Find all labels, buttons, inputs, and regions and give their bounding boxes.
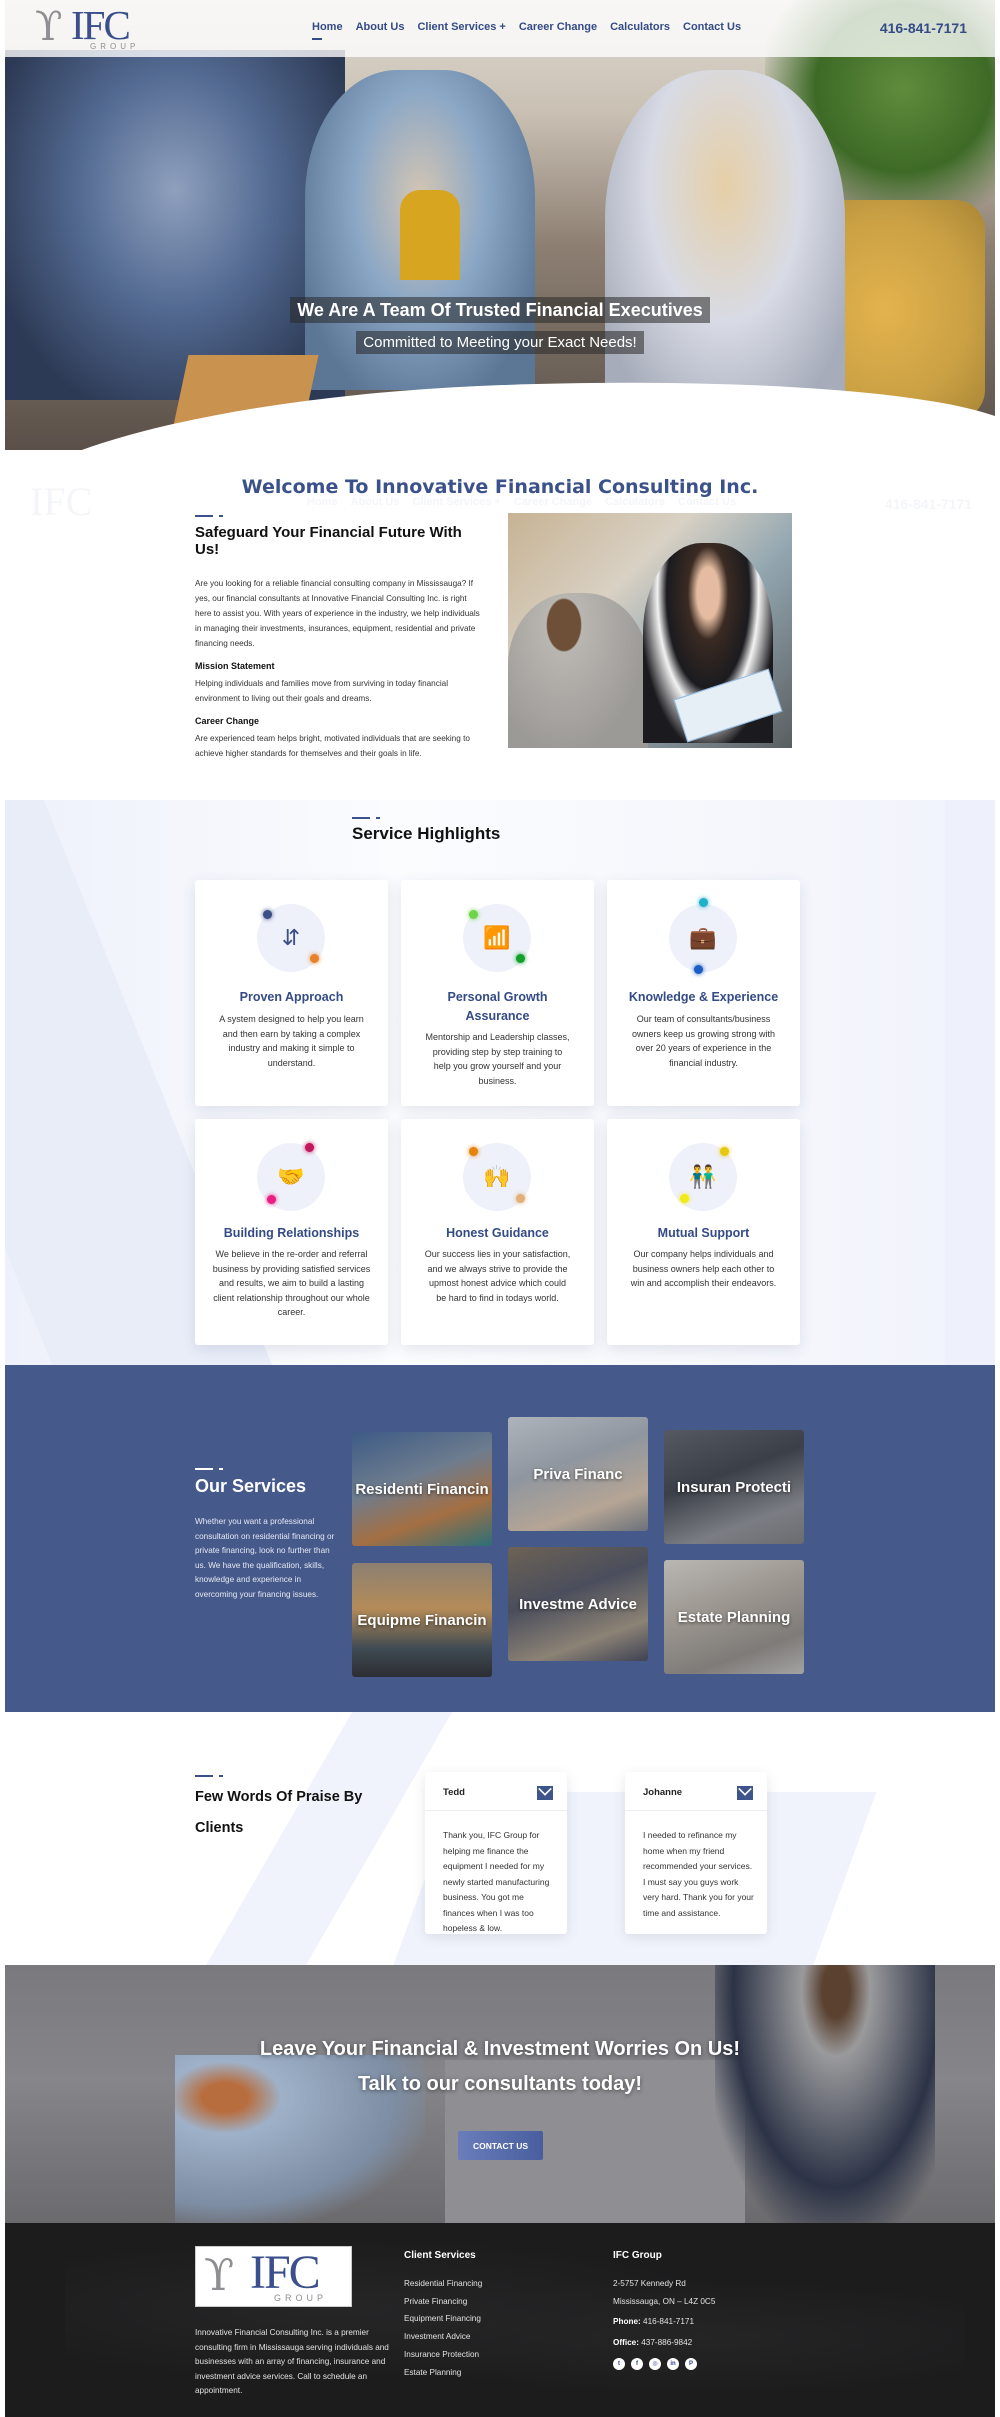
address-line-2: Mississauga, ON – L4Z 0C5 [613, 2296, 716, 2306]
dot-bottom [516, 954, 525, 963]
nav-about-us[interactable]: About Us [356, 21, 405, 33]
service-tile-private[interactable]: Priva Financ [508, 1417, 648, 1531]
service-tile-equipment[interactable]: Equipme Financin [352, 1563, 492, 1677]
mission-text: Helping individuals and families move fr… [195, 679, 449, 703]
logo-swoosh-icon: ϒ [204, 2250, 235, 2301]
instagram-icon[interactable]: ◎ [649, 2357, 661, 2370]
hero-banner [5, 0, 995, 450]
dot-bottom [310, 954, 319, 963]
highlight-card: ⇵ Proven Approach A system designed to h… [195, 880, 388, 1106]
highlight-card: 👬 Mutual Support Our company helps indiv… [607, 1119, 800, 1345]
footer-link-residential[interactable]: Residential Financing [404, 2275, 482, 2293]
consultation-photo [508, 513, 792, 748]
heading-decoration [195, 1775, 225, 1778]
dot-bottom [267, 1195, 276, 1204]
testimonial-author: Johanne [643, 1787, 683, 1798]
envelope-icon[interactable] [737, 1786, 753, 1800]
dot-top [263, 910, 272, 919]
nav-calculators[interactable]: Calculators [610, 21, 670, 33]
dot-top [720, 1147, 729, 1156]
envelope-icon[interactable] [537, 1786, 553, 1800]
footer-office[interactable]: Office: 437-886-9842 [613, 2334, 715, 2352]
testimonial-text: Thank you, IFC Group for helping me fina… [443, 1830, 550, 1933]
site-logo[interactable]: ϒ IFC GROUP [35, 2, 150, 52]
highlight-card: 🙌 Honest Guidance Our success lies in yo… [401, 1119, 594, 1345]
facebook-icon[interactable]: f [631, 2357, 643, 2370]
heading-decoration [195, 515, 225, 518]
logo-swoosh-icon: ϒ [35, 4, 63, 50]
heading-decoration [195, 1468, 225, 1471]
nav-client-services[interactable]: Client Services + [417, 21, 505, 33]
welcome-title: Welcome To Innovative Financial Consulti… [241, 476, 759, 498]
footer-link-equipment[interactable]: Equipment Financing [404, 2310, 482, 2328]
about-intro: Are you looking for a reliable financial… [195, 579, 480, 648]
about-heading: Safeguard Your Financial Future With Us! [195, 524, 462, 558]
nav-contact-us[interactable]: Contact Us [683, 21, 741, 33]
service-tile-residential[interactable]: Residenti Financin [352, 1432, 492, 1546]
nav-menu: Home About Us Client Services + Career C… [312, 21, 741, 40]
heading-decoration [352, 817, 382, 820]
about-section: Safeguard Your Financial Future With Us!… [195, 515, 485, 771]
footer-logo[interactable]: ϒ IFC GROUP [195, 2246, 352, 2307]
logo-subtext: GROUP [90, 42, 140, 51]
nav-home[interactable]: Home [312, 21, 343, 40]
dot-top [699, 898, 708, 907]
dot-bottom [680, 1194, 689, 1203]
dot-top [305, 1143, 314, 1152]
dot-bottom [694, 965, 703, 974]
cta-subheading: Talk to our consultants today! [357, 2073, 643, 2095]
highlight-card: 📶 Personal Growth Assurance Mentorship a… [401, 880, 594, 1106]
highlights-heading: Service Highlights [352, 817, 500, 844]
cta-heading: Leave Your Financial & Investment Worrie… [259, 2038, 741, 2060]
footer-phone[interactable]: Phone: 416-841-7171 [613, 2313, 715, 2331]
briefcase-icon: 💼 [669, 904, 737, 972]
service-tile-insurance[interactable]: Insuran Protecti [664, 1430, 804, 1544]
mission-title: Mission Statement [195, 661, 275, 671]
logo-text: IFC [71, 2, 131, 48]
dot-bottom [516, 1194, 525, 1203]
testimonials-heading: Few Words Of Praise By Clients [195, 1775, 375, 1844]
testimonial-card: Tedd Thank you, IFC Group for helping me… [425, 1772, 567, 1934]
contact-us-button[interactable]: CONTACT US [458, 2131, 543, 2160]
career-title: Career Change [195, 716, 260, 726]
hero-subtitle: Committed to Meeting your Exact Needs! [0, 331, 1000, 354]
hero-shirt [400, 190, 460, 280]
service-tile-investment[interactable]: Investme Advice [508, 1547, 648, 1661]
testimonial-card: Johanne I needed to refinance my home wh… [625, 1772, 767, 1934]
highlight-cards: ⇵ Proven Approach A system designed to h… [195, 880, 805, 1345]
top-navigation: ϒ IFC GROUP Home About Us Client Service… [5, 0, 995, 57]
services-intro: Our Services Whether you want a professi… [195, 1468, 335, 1602]
nav-career-change[interactable]: Career Change [519, 21, 597, 33]
footer-link-insurance[interactable]: Insurance Protection [404, 2346, 482, 2364]
footer-link-private[interactable]: Private Financing [404, 2293, 482, 2311]
dot-top [469, 910, 478, 919]
footer-about: Innovative Financial Consulting Inc. is … [195, 2328, 389, 2395]
pinterest-icon[interactable]: P [685, 2357, 697, 2370]
highlight-card: 🤝 Building Relationships We believe in t… [195, 1119, 388, 1345]
linkedin-icon[interactable]: in [667, 2357, 679, 2370]
footer-contact-column: IFC Group 2-5757 Kennedy Rd Mississauga,… [613, 2250, 715, 2370]
footer [5, 2223, 995, 2417]
footer-link-estate[interactable]: Estate Planning [404, 2364, 482, 2382]
our-services-section [5, 1365, 995, 1712]
social-links: t f ◎ in P [613, 2357, 715, 2370]
footer-services-column: Client Services Residential Financing Pr… [404, 2250, 482, 2381]
testimonial-text: I needed to refinance my home when my fr… [643, 1830, 754, 1918]
testimonial-author: Tedd [443, 1787, 465, 1798]
service-tile-estate[interactable]: Estate Planning [664, 1560, 804, 1674]
highlight-card: 💼 Knowledge & Experience Our team of con… [607, 880, 800, 1106]
header-phone[interactable]: 416-841-7171 [880, 20, 967, 36]
footer-link-investment[interactable]: Investment Advice [404, 2328, 482, 2346]
address-line-1: 2-5757 Kennedy Rd [613, 2279, 686, 2288]
hero-title: We Are A Team Of Trusted Financial Execu… [0, 297, 1000, 323]
dot-top [469, 1147, 478, 1156]
twitter-icon[interactable]: t [613, 2357, 625, 2370]
career-text: Are experienced team helps bright, motiv… [195, 734, 470, 758]
